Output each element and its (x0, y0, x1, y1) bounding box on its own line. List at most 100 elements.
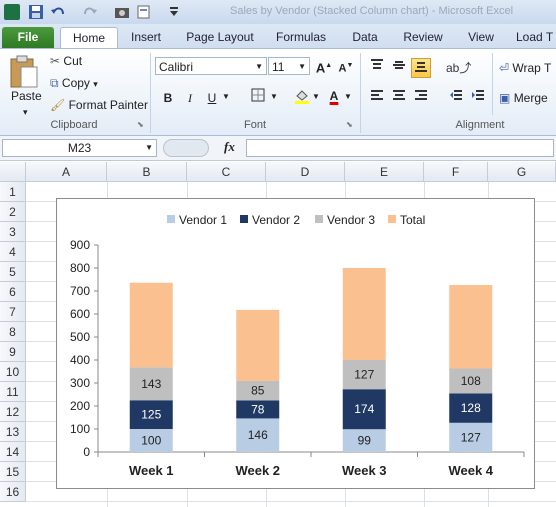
tab-formulas[interactable]: Formulas (274, 27, 328, 48)
tab-view[interactable]: View (464, 27, 498, 48)
underline-dropdown-icon[interactable]: ▼ (222, 92, 230, 101)
row-header-5[interactable]: 5 (0, 262, 26, 282)
data-label: 128 (461, 401, 481, 415)
redo-icon[interactable] (82, 4, 98, 20)
row-header-15[interactable]: 15 (0, 462, 26, 482)
paste-button[interactable]: Paste (11, 89, 42, 103)
tab-insert[interactable]: Insert (128, 27, 164, 48)
align-center-icon[interactable] (389, 88, 409, 108)
row-header-4[interactable]: 4 (0, 242, 26, 262)
row-header-16[interactable]: 16 (0, 482, 26, 502)
tab-review[interactable]: Review (400, 27, 446, 48)
column-header-g[interactable]: G (488, 162, 556, 182)
row-header-2[interactable]: 2 (0, 202, 26, 222)
row-header-9[interactable]: 9 (0, 342, 26, 362)
name-box[interactable]: M23 ▼ (2, 139, 157, 157)
orientation-icon[interactable]: ab⤴ (446, 58, 471, 78)
merge-center-button[interactable]: ▣ Merge (499, 91, 548, 105)
underline-button[interactable]: U (202, 88, 222, 108)
font-size-combo[interactable]: 11 ▼ (268, 57, 310, 75)
scissors-icon: ✂ (50, 54, 61, 68)
data-label: 146 (248, 428, 268, 442)
x-category-label: Week 4 (448, 463, 493, 478)
formula-input[interactable] (246, 139, 554, 157)
cut-button[interactable]: ✂ Cut (50, 54, 82, 68)
paste-dropdown-icon[interactable]: ▾ (23, 107, 28, 118)
align-middle-icon[interactable] (389, 58, 409, 78)
align-left-icon[interactable] (367, 88, 387, 108)
grow-font-icon[interactable]: A▲ (314, 56, 334, 76)
select-all-corner[interactable] (0, 162, 26, 182)
bold-button[interactable]: B (158, 88, 178, 108)
align-top-icon[interactable] (367, 58, 387, 78)
column-header-f[interactable]: F (424, 162, 488, 182)
row-header-1[interactable]: 1 (0, 182, 26, 202)
column-header-c[interactable]: C (187, 162, 266, 182)
row-header-6[interactable]: 6 (0, 282, 26, 302)
increase-indent-icon[interactable] (468, 88, 488, 108)
column-header-b[interactable]: B (107, 162, 187, 182)
column-header-e[interactable]: E (345, 162, 424, 182)
quick-access-icon[interactable] (136, 4, 152, 20)
font-name-combo[interactable]: Calibri ▼ (155, 57, 267, 75)
clipboard-launcher-icon[interactable]: ⬊ (137, 120, 144, 129)
font-color-dropdown-icon[interactable]: ▼ (344, 92, 352, 101)
fill-color-icon[interactable] (292, 88, 312, 108)
data-label: 85 (251, 384, 265, 398)
italic-button[interactable]: I (180, 88, 200, 108)
y-tick-label: 0 (83, 445, 90, 459)
row-header-8[interactable]: 8 (0, 322, 26, 342)
row-header-11[interactable]: 11 (0, 382, 26, 402)
font-name-value: Calibri (159, 60, 194, 74)
row-header-7[interactable]: 7 (0, 302, 26, 322)
row-header-13[interactable]: 13 (0, 422, 26, 442)
data-label: 174 (354, 402, 374, 416)
save-icon[interactable] (28, 4, 44, 20)
data-label: 127 (461, 430, 481, 444)
legend-label: Vendor 2 (252, 213, 300, 227)
formula-splitter[interactable] (163, 139, 209, 157)
row-header-14[interactable]: 14 (0, 442, 26, 462)
wrap-text-button[interactable]: ⏎ Wrap T (499, 61, 551, 75)
format-painter-label: Format Painter (68, 98, 148, 112)
customize-icon[interactable] (166, 4, 182, 20)
tab-file[interactable]: File (2, 27, 54, 48)
tab-load-test[interactable]: Load T (516, 27, 556, 48)
row-header-3[interactable]: 3 (0, 222, 26, 242)
align-bottom-icon[interactable] (411, 58, 431, 78)
bar-segment (342, 268, 386, 360)
fill-color-dropdown-icon[interactable]: ▼ (312, 92, 320, 101)
shrink-font-icon[interactable]: A▼ (336, 56, 356, 76)
tab-page-layout[interactable]: Page Layout (184, 27, 256, 48)
align-right-icon[interactable] (411, 88, 431, 108)
data-label: 99 (358, 434, 372, 448)
data-label: 100 (141, 434, 161, 448)
merge-icon: ▣ (499, 91, 511, 105)
column-header-d[interactable]: D (266, 162, 345, 182)
decrease-indent-icon[interactable] (446, 88, 466, 108)
legend-swatch (167, 215, 175, 223)
borders-icon[interactable] (248, 88, 268, 108)
borders-dropdown-icon[interactable]: ▼ (270, 92, 278, 101)
font-color-icon[interactable]: A (324, 86, 344, 106)
stacked-column-chart[interactable]: Vendor 1 Vendor 2 Vendor 3 Total 0 100 200 300 4… (56, 198, 535, 489)
copy-button[interactable]: ⧉ Copy ▾ (50, 76, 98, 91)
font-launcher-icon[interactable]: ⬊ (346, 120, 353, 129)
undo-icon[interactable] (50, 4, 66, 20)
y-tick-label: 900 (70, 238, 90, 252)
legend-label: Vendor 1 (179, 213, 227, 227)
paste-icon[interactable] (8, 53, 40, 89)
tab-data[interactable]: Data (348, 27, 382, 48)
y-tick-label: 500 (70, 330, 90, 344)
copy-icon: ⧉ (50, 76, 59, 90)
legend-swatch (315, 215, 323, 223)
column-header-a[interactable]: A (26, 162, 107, 182)
camera-icon[interactable] (114, 4, 130, 20)
format-painter-button[interactable]: 🖌 Format Painter (50, 98, 148, 112)
gridline (26, 501, 556, 502)
bar-segment (449, 285, 493, 369)
insert-function-icon[interactable]: fx (224, 139, 235, 155)
tab-home[interactable]: Home (60, 27, 118, 49)
row-header-12[interactable]: 12 (0, 402, 26, 422)
row-header-10[interactable]: 10 (0, 362, 26, 382)
